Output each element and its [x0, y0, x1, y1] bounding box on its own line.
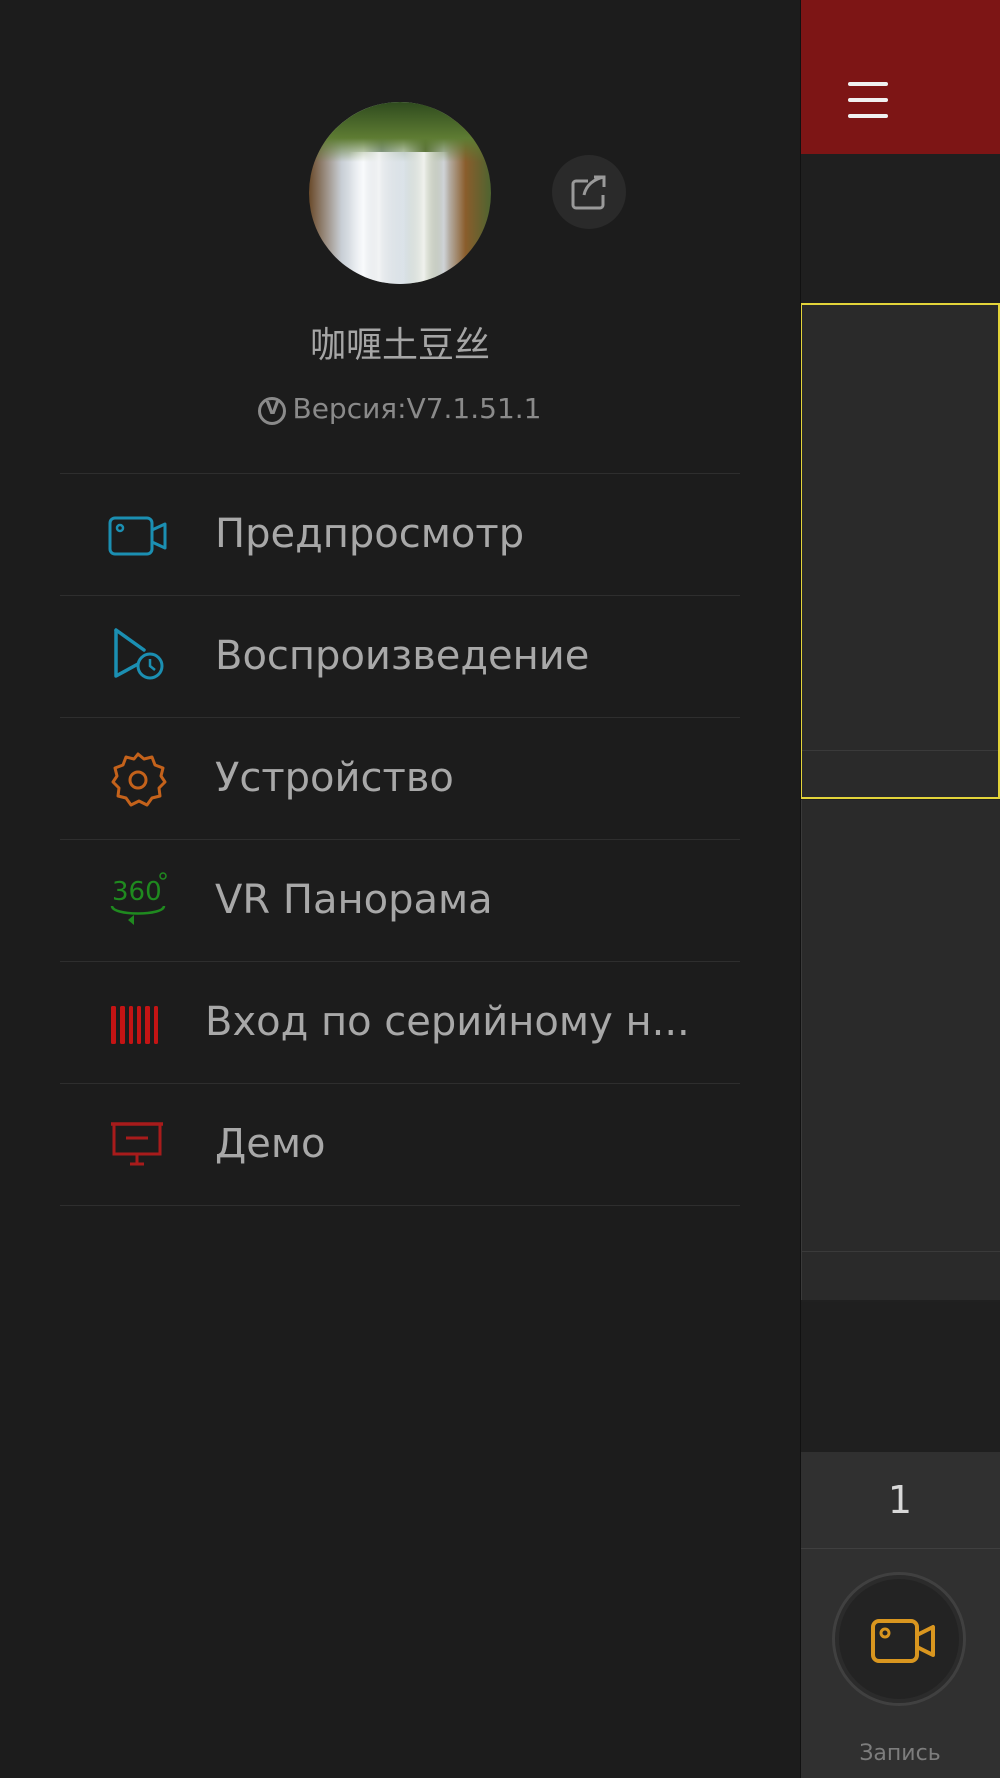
- version-label: Версия:V7.1.51.1: [292, 392, 542, 425]
- camera-icon: [108, 516, 167, 556]
- record-area: Запись: [800, 1549, 1000, 1778]
- share-button[interactable]: [552, 155, 626, 229]
- svg-text:360: 360: [112, 877, 162, 907]
- vr-360-icon: 360: [110, 872, 167, 925]
- page-indicator: 1: [800, 1452, 1000, 1549]
- menu-item-label: Вход по серийному н...: [205, 999, 690, 1045]
- menu-item-serial-login[interactable]: Вход по серийному н...: [60, 961, 740, 1083]
- menu-item-label: Демо: [215, 1121, 326, 1167]
- video-cell-selected[interactable]: [800, 303, 1000, 799]
- gear-icon: [111, 752, 167, 807]
- menu-item-vr-panorama[interactable]: 360 VR Панорама: [60, 839, 740, 961]
- barcode-icon: [111, 1006, 158, 1044]
- menu-item-playback[interactable]: Воспроизведение: [60, 595, 740, 717]
- drawer-menu: Предпросмотр Воспроизведение Устройство …: [60, 473, 740, 1206]
- camera-icon: [871, 1619, 935, 1663]
- menu-item-device[interactable]: Устройство: [60, 717, 740, 839]
- menu-icon[interactable]: [848, 82, 888, 118]
- username: 咖喱土豆丝: [309, 325, 490, 366]
- menu-item-preview[interactable]: Предпросмотр: [60, 473, 740, 595]
- playback-clock-icon: [114, 628, 164, 680]
- menu-item-label: Воспроизведение: [215, 633, 590, 679]
- menu-item-label: Устройство: [215, 755, 454, 801]
- avatar[interactable]: [309, 102, 491, 284]
- presentation-icon: [111, 1122, 163, 1166]
- control-bar: [800, 1302, 1000, 1452]
- top-spacer: [800, 154, 1000, 304]
- menu-item-label: VR Панорама: [215, 877, 493, 923]
- share-icon: [571, 175, 606, 210]
- version-text: Версия:V7.1.51.1: [0, 392, 800, 425]
- menu-item-label: Предпросмотр: [215, 511, 525, 557]
- version-icon: [258, 397, 287, 425]
- top-bar: [800, 0, 1000, 154]
- record-label: Запись: [859, 1741, 941, 1766]
- record-button[interactable]: [832, 1572, 966, 1706]
- background-app: 1 Запись: [800, 0, 1000, 1778]
- video-cell[interactable]: [800, 800, 1000, 1300]
- menu-item-demo[interactable]: Демо: [60, 1083, 740, 1206]
- navigation-drawer: 咖喱土豆丝 Версия:V7.1.51.1 Предпросмотр Восп…: [0, 0, 801, 1778]
